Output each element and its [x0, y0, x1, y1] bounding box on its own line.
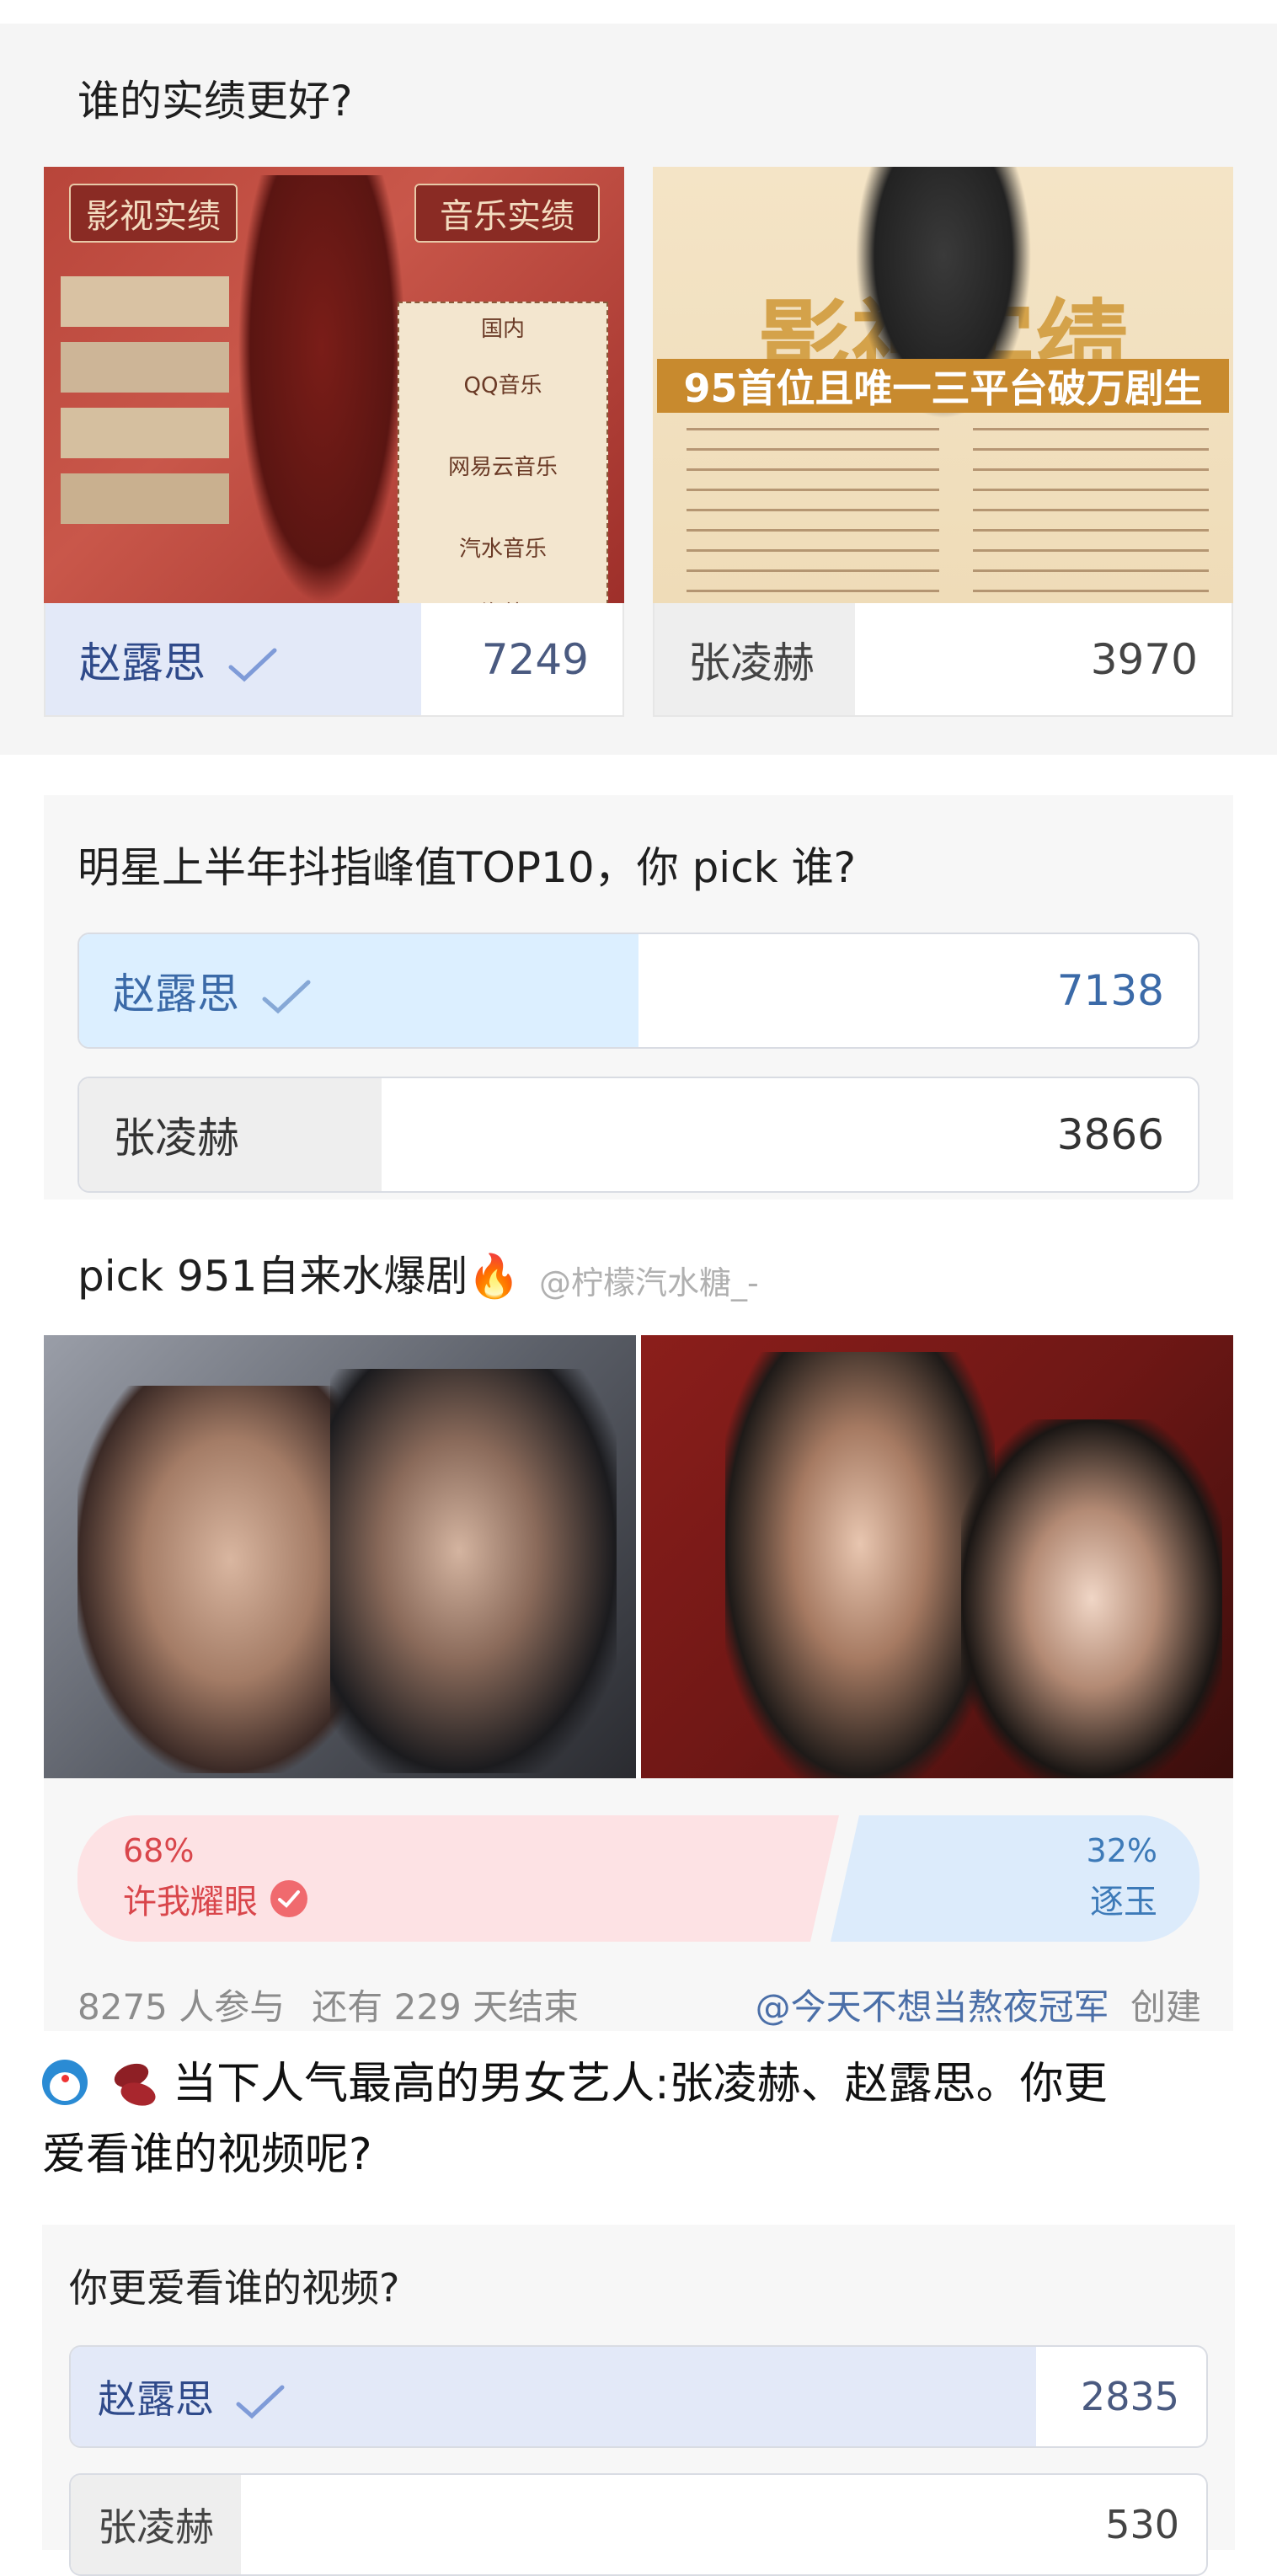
vote-count: 3866 [1056, 1110, 1164, 1159]
achievement-list [973, 428, 1209, 596]
beans-emoji-icon [110, 2059, 159, 2109]
poll-option-zhaolusi[interactable]: 赵露思 7249 [44, 603, 624, 717]
list-heading: 国内 [480, 317, 525, 342]
poll-option-zhanglinghe[interactable]: 张凌赫 3970 [653, 603, 1233, 717]
drama-image-left[interactable] [44, 1335, 636, 1778]
poll-title: 明星上半年抖指峰值TOP10，你 pick 谁? [77, 843, 857, 892]
poll-image-left[interactable]: 影视实绩 音乐实绩 国内 QQ音乐 网易云音乐 汽水音乐 海外 [44, 167, 624, 605]
pk-percent: 32% [1086, 1832, 1157, 1869]
post-text-line2: 爱看谁的视频呢? [42, 2130, 372, 2180]
option-name: 赵露思 [98, 2376, 214, 2422]
pk-percent: 68% [123, 1832, 195, 1869]
image-label: 音乐实绩 [414, 184, 600, 243]
creator-link[interactable]: @今天不想当熬夜冠军 [756, 1986, 1109, 2028]
vote-count: 7249 [481, 634, 589, 684]
option-name: 张凌赫 [113, 1114, 239, 1162]
post-text-line1: 当下人气最高的男女艺人:张凌赫、赵露思。你更 [173, 2059, 1108, 2109]
drama-image-right[interactable] [641, 1335, 1233, 1778]
check-icon [228, 648, 277, 682]
poll-image-right[interactable]: 影视实绩 95首位且唯一三平台破万剧生 [653, 167, 1233, 605]
option-name: 张凌赫 [98, 2504, 214, 2550]
poll-option-zhanglinghe[interactable]: 张凌赫 530 [69, 2473, 1208, 2576]
check-icon [236, 2385, 285, 2418]
portrait-figure [330, 1369, 617, 1773]
check-icon [262, 980, 311, 1013]
portrait-figure [961, 1419, 1222, 1778]
portrait-figure [725, 1352, 995, 1778]
music-list: 国内 QQ音乐 网易云音乐 汽水音乐 海外 [398, 302, 608, 605]
pk-option-right[interactable]: 32% 逐玉 [896, 1832, 1157, 1925]
list-heading: 汽水音乐 [458, 537, 547, 562]
poll-creator: @今天不想当熬夜冠军 创建 [756, 1979, 1201, 2030]
vote-count: 3970 [1090, 634, 1198, 684]
remaining-time: 还有 229 天结束 [312, 1986, 580, 2028]
doraemon-emoji-icon [42, 2060, 88, 2105]
option-name: 赵露思 [79, 638, 206, 687]
pk-option-left[interactable]: 68% 许我耀眼 [123, 1832, 628, 1925]
poll-meta: 8275 人参与 还有 229 天结束 [77, 1979, 579, 2030]
pk-option-name: 许我耀眼 [123, 1883, 258, 1921]
poll-title: pick 951自来水爆剧🔥 [77, 1243, 521, 1303]
option-name: 赵露思 [113, 970, 239, 1018]
vote-count: 2835 [1080, 2374, 1179, 2419]
created-label: 创建 [1130, 1986, 1201, 2028]
poll-option-zhanglinghe[interactable]: 张凌赫 3866 [77, 1077, 1200, 1193]
image-banner: 95首位且唯一三平台破万剧生 [657, 359, 1229, 413]
pk-option-name: 逐玉 [1090, 1883, 1157, 1921]
poll-option-zhaolusi[interactable]: 赵露思 2835 [69, 2345, 1208, 2448]
vote-count: 7138 [1056, 966, 1164, 1015]
check-circle-icon [270, 1880, 307, 1917]
fire-icon: 🔥 [468, 1252, 521, 1301]
poll-option-zhaolusi[interactable]: 赵露思 7138 [77, 933, 1200, 1049]
poll-title: 谁的实绩更好? [77, 77, 353, 126]
poll-title-text: pick 951自来水爆剧 [77, 1252, 468, 1301]
drama-thumbnails [61, 276, 229, 596]
vote-count: 530 [1105, 2502, 1179, 2547]
option-name: 张凌赫 [688, 638, 815, 687]
achievement-list [687, 428, 939, 596]
portrait-figure [238, 175, 406, 605]
portrait-figure [77, 1386, 355, 1773]
list-heading: 网易云音乐 [447, 455, 558, 480]
poll-title: 你更爱看谁的视频? [69, 2265, 400, 2311]
post-text: 当下人气最高的男女艺人:张凌赫、赵露思。你更 爱看谁的视频呢? [42, 2049, 1238, 2190]
list-heading: QQ音乐 [463, 373, 542, 398]
participant-count: 8275 人参与 [77, 1986, 286, 2028]
image-label: 影视实绩 [69, 184, 238, 243]
watermark: @柠檬汽水糖_- [539, 1264, 759, 1301]
